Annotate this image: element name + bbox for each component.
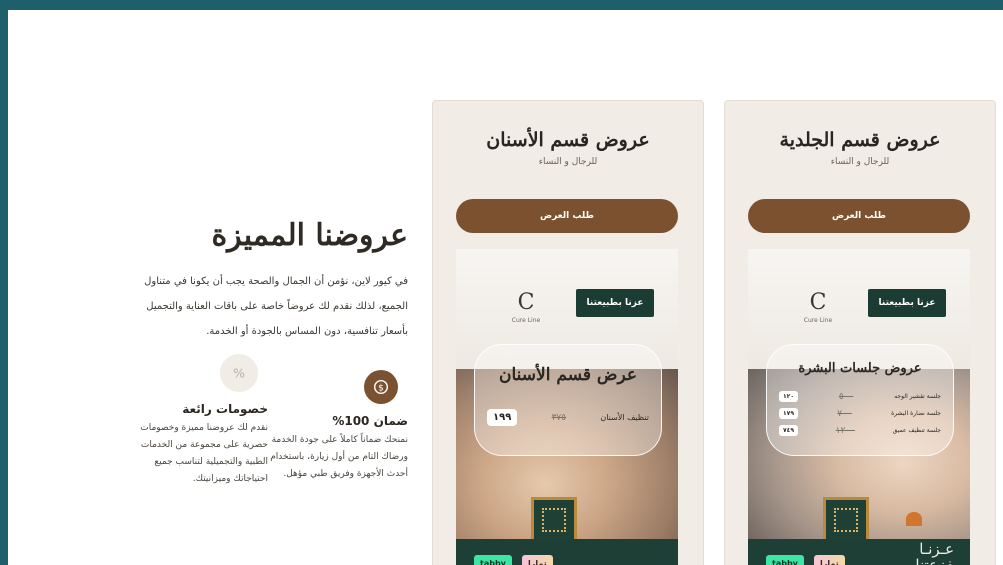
promo-box: عرض قسم الأسنان تنظيف الأسنان ٣٧٥ ١٩٩ bbox=[474, 344, 662, 456]
promo-image-dermatology[interactable]: C Cure Line عزنا بطبيعتنا عروض جلسات البش… bbox=[748, 249, 970, 565]
promo-title: عرض قسم الأسنان bbox=[499, 365, 637, 385]
pattern-emblem bbox=[531, 497, 577, 543]
section-title: عروضنا المميزة bbox=[211, 218, 408, 253]
price-label: جلسة نضارة البشرة bbox=[891, 410, 941, 417]
feature-text: نقدم لك عروضنا مميزة وخصومات حصرية على م… bbox=[140, 423, 268, 484]
slogan-line-1: عـزنـا bbox=[919, 540, 955, 558]
offers-intro: عروضنا المميزة في كيور لاين، نؤمن أن الج… bbox=[118, 215, 408, 344]
price-old: ٧٠٠ bbox=[837, 408, 852, 419]
feature-guarantee: $ ضمان 100% نمنحك ضماناً كاملاً على جودة… bbox=[258, 370, 408, 483]
promo-footer: tabby تمارا عـزنـا بفزعتنا bbox=[748, 539, 970, 565]
price-new: ١٧٩ bbox=[779, 408, 799, 419]
card-title: عروض قسم الأسنان bbox=[486, 129, 650, 151]
tamara-logo: تمارا bbox=[814, 555, 845, 565]
promo-image-dental[interactable]: C Cure Line عزنا بطبيعتنا عرض قسم الأسنان… bbox=[456, 249, 678, 565]
card-subtitle: للرجال و النساء bbox=[538, 157, 598, 167]
promo-price-row: تنظيف الأسنان ٣٧٥ ١٩٩ bbox=[487, 409, 649, 426]
price-label: جلسة تقشير الوجه bbox=[894, 393, 941, 400]
price-label: جلسة تنظيف عميق bbox=[892, 427, 941, 434]
feature-title: خصومات رائعة bbox=[182, 402, 268, 416]
logo-text: Cure Line bbox=[511, 317, 541, 324]
tabby-logo: tabby bbox=[766, 555, 804, 565]
promo-box: عروض جلسات البشرة جلسة تقشير الوجه ٥٠٠ ١… bbox=[766, 344, 954, 456]
promo-footer: tabby تمارا bbox=[456, 539, 678, 565]
offer-card-dental: عروض قسم الأسنان للرجال و النساء طلب الع… bbox=[432, 100, 704, 565]
pattern-emblem bbox=[823, 497, 922, 543]
feature-text: نمنحك ضماناً كاملاً على جودة الخدمة ورضا… bbox=[270, 435, 408, 479]
feature-title: ضمان 100% bbox=[332, 414, 408, 428]
promo-price-old: ٣٧٥ bbox=[551, 412, 567, 423]
price-new: ١٢٠ bbox=[779, 391, 799, 402]
promo-service: تنظيف الأسنان bbox=[600, 413, 649, 422]
cure-line-logo: C Cure Line bbox=[506, 289, 546, 329]
promo-slogan: عـزنـا بفزعتنا bbox=[915, 541, 958, 565]
logo-text: Cure Line bbox=[803, 317, 833, 324]
card-title: عروض قسم الجلدية bbox=[779, 129, 941, 151]
price-old: ١٢٠٠ bbox=[835, 425, 855, 436]
promo-title: عروض جلسات البشرة bbox=[798, 361, 922, 376]
slogan-line-2: بفزعتنا bbox=[915, 556, 958, 565]
price-new: ٧٤٩ bbox=[779, 425, 798, 436]
section-description: في كيور لاين، نؤمن أن الجمال والصحة يجب … bbox=[144, 276, 408, 337]
price-row: جلسة نضارة البشرة ٧٠٠ ١٧٩ bbox=[779, 408, 941, 419]
feature-discounts: % خصومات رائعة نقدم لك عروضنا مميزة وخصو… bbox=[118, 354, 268, 488]
card-subtitle: للرجال و النساء bbox=[830, 157, 890, 167]
slogan-badge: عزنا بطبيعتنا bbox=[576, 289, 654, 317]
cure-line-logo: C Cure Line bbox=[798, 289, 838, 329]
percent-icon: % bbox=[220, 354, 258, 392]
tabby-logo: tabby bbox=[474, 555, 512, 565]
svg-text:$: $ bbox=[378, 384, 384, 394]
tamara-logo: تمارا bbox=[522, 555, 553, 565]
heart-map-icon bbox=[906, 512, 922, 526]
offer-card-dermatology: عروض قسم الجلدية للرجال و النساء طلب الع… bbox=[724, 100, 996, 565]
price-row: جلسة تقشير الوجه ٥٠٠ ١٢٠ bbox=[779, 391, 941, 402]
request-offer-button[interactable]: طلب العرض bbox=[456, 199, 678, 233]
guarantee-icon: $ bbox=[364, 370, 398, 404]
price-list: جلسة تقشير الوجه ٥٠٠ ١٢٠ جلسة نضارة البش… bbox=[779, 391, 941, 442]
request-offer-button[interactable]: طلب العرض bbox=[748, 199, 970, 233]
slogan-badge: عزنا بطبيعتنا bbox=[868, 289, 946, 317]
svg-text:%: % bbox=[233, 366, 245, 381]
page: عروضنا المميزة في كيور لاين، نؤمن أن الج… bbox=[8, 10, 1003, 565]
price-row: جلسة تنظيف عميق ١٢٠٠ ٧٤٩ bbox=[779, 425, 941, 436]
promo-price-new: ١٩٩ bbox=[487, 409, 518, 426]
price-old: ٥٠٠ bbox=[838, 391, 854, 402]
